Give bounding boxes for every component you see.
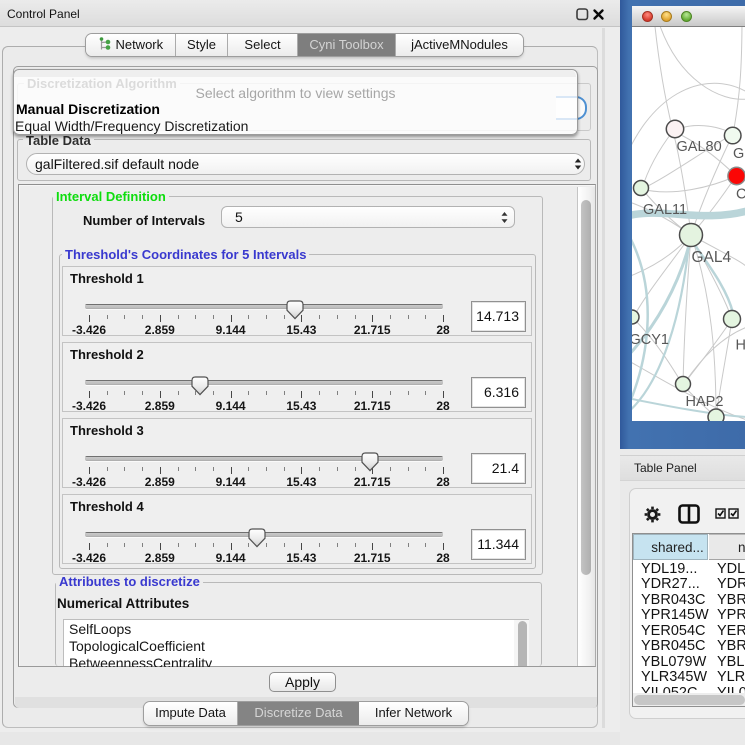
- svg-text:GAL11: GAL11: [643, 202, 687, 218]
- svg-text:C: C: [736, 187, 745, 203]
- svg-text:HAP2: HAP2: [686, 394, 724, 410]
- svg-text:G.: G.: [733, 146, 745, 162]
- svg-text:GCY1: GCY1: [632, 332, 669, 348]
- svg-text:H: H: [736, 338, 745, 354]
- svg-text:GAL80: GAL80: [677, 139, 722, 155]
- svg-text:GAL4: GAL4: [692, 249, 732, 266]
